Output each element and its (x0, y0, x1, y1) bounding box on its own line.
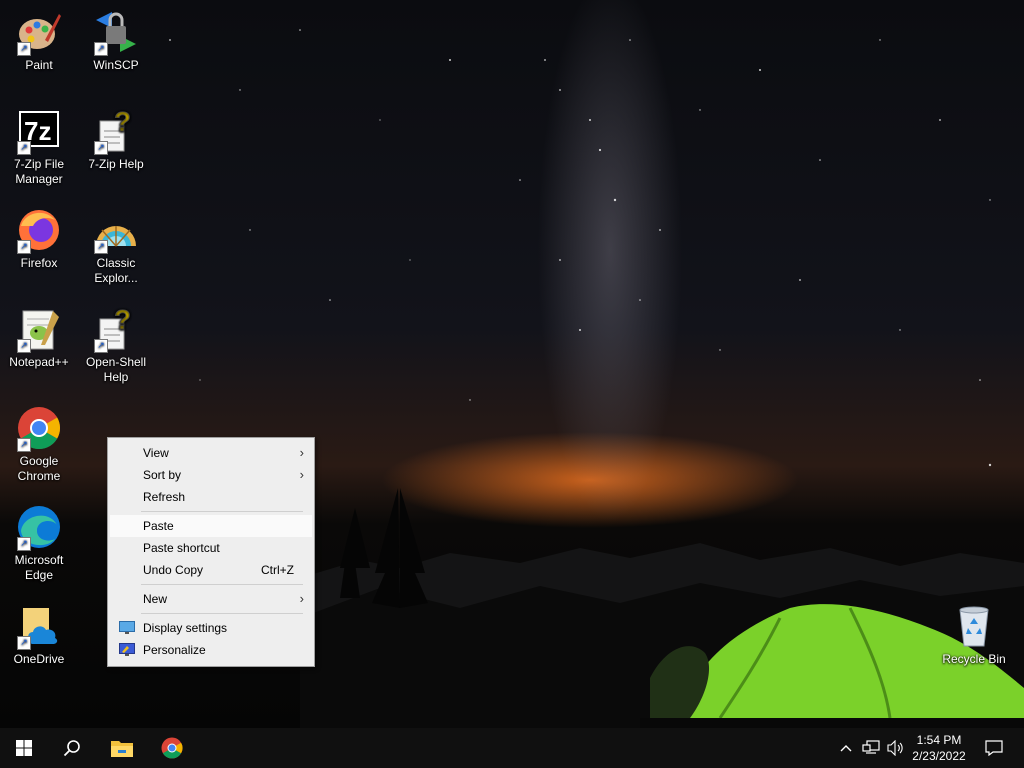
chevron-up-icon (840, 745, 852, 752)
shortcut-arrow-icon: ↗ (94, 42, 108, 56)
desktop-icon-label: Classic Explor... (94, 256, 138, 285)
svg-text:?: ? (114, 305, 131, 335)
display-settings-icon (119, 621, 135, 634)
desktop-icon-label: 7-Zip File Manager (13, 157, 64, 186)
menu-item-label: Refresh (143, 490, 186, 504)
chevron-right-icon: › (299, 445, 304, 460)
volume-icon (887, 740, 903, 756)
desktop-icon-microsoft-edge[interactable]: ↗ Microsoft Edge (1, 503, 77, 583)
desktop-icon-label: Recycle Bin (942, 652, 1006, 666)
network-icon (862, 740, 880, 754)
menu-item-paste[interactable]: Paste (110, 515, 312, 537)
show-hidden-icons-button[interactable] (836, 728, 856, 768)
menu-item-label: Paste (143, 519, 174, 533)
menu-item-refresh[interactable]: Refresh (110, 486, 312, 508)
menu-item-shortcut: Ctrl+Z (261, 563, 294, 577)
menu-separator (141, 584, 303, 585)
desktop-icon-label: OneDrive (13, 652, 65, 666)
menu-item-new[interactable]: New › (110, 588, 312, 610)
desktop[interactable]: ↗ Paint ↗ WinSCP 7z ↗ 7-Zip File Manager… (0, 0, 1024, 728)
start-icon (16, 740, 32, 756)
chevron-right-icon: › (299, 467, 304, 482)
shortcut-arrow-icon: ↗ (17, 636, 31, 650)
menu-item-label: Personalize (143, 643, 206, 657)
desktop-icon-7zip-help[interactable]: ? ↗ 7-Zip Help (78, 106, 154, 172)
desktop-icon-label: WinSCP (93, 58, 139, 72)
taskbar: 1:54 PM 2/23/2022 (0, 728, 1024, 768)
desktop-icon-label: Open-Shell Help (85, 355, 147, 384)
desktop-icon-paint[interactable]: ↗ Paint (1, 8, 77, 73)
svg-text:?: ? (114, 107, 131, 137)
volume-button[interactable] (884, 728, 908, 768)
desktop-icon-onedrive[interactable]: ↗ OneDrive (1, 602, 77, 667)
menu-item-paste-shortcut[interactable]: Paste shortcut (110, 537, 312, 559)
desktop-icon-7zip[interactable]: 7z ↗ 7-Zip File Manager (1, 107, 77, 187)
desktop-icon-notepad-plus-plus[interactable]: ↗ Notepad++ (1, 305, 77, 370)
clock-button[interactable]: 1:54 PM 2/23/2022 (908, 728, 970, 768)
desktop-icon-label: 7-Zip Help (88, 157, 144, 171)
menu-item-display-settings[interactable]: Display settings (110, 617, 312, 639)
desktop-icon-label: Paint (25, 58, 53, 72)
menu-item-label: Paste shortcut (143, 541, 220, 555)
start-button[interactable] (0, 728, 48, 768)
shortcut-arrow-icon: ↗ (17, 42, 31, 56)
recycle-bin-icon (959, 606, 989, 647)
shortcut-arrow-icon: ↗ (17, 141, 31, 155)
chevron-right-icon: › (299, 591, 304, 606)
shortcut-arrow-icon: ↗ (17, 438, 31, 452)
menu-item-label: View (143, 446, 169, 460)
desktop-icon-winscp[interactable]: ↗ WinSCP (78, 8, 154, 73)
menu-item-label: New (143, 592, 168, 606)
desktop-icon-label: Microsoft Edge (14, 553, 64, 582)
network-button[interactable] (858, 728, 884, 768)
shortcut-arrow-icon: ↗ (17, 339, 31, 353)
shortcut-arrow-icon: ↗ (17, 537, 31, 551)
desktop-icon-recycle-bin[interactable]: Recycle Bin (936, 602, 1012, 667)
menu-item-personalize[interactable]: Personalize (110, 639, 312, 661)
menu-separator (141, 511, 303, 512)
shortcut-arrow-icon: ↗ (94, 339, 108, 353)
menu-item-label: Display settings (143, 621, 228, 635)
chrome-icon (161, 737, 183, 759)
personalize-icon (119, 643, 135, 656)
taskbar-chrome[interactable] (148, 728, 196, 768)
desktop-icon-open-shell-help[interactable]: ? ↗ Open-Shell Help (78, 304, 154, 385)
shortcut-arrow-icon: ↗ (94, 240, 108, 254)
search-button[interactable] (48, 728, 96, 768)
desktop-icon-label: Google Chrome (17, 454, 61, 483)
desktop-icon-label: Notepad++ (9, 355, 69, 369)
desktop-context-menu: View › Sort by › Refresh Paste Paste sho… (107, 437, 315, 667)
desktop-icon-classic-explorer[interactable]: ↗ Classic Explor... (78, 206, 154, 286)
menu-item-undo-copy[interactable]: Undo Copy Ctrl+Z (110, 559, 312, 581)
taskbar-file-explorer[interactable] (98, 728, 146, 768)
menu-item-label: Sort by (143, 468, 182, 482)
menu-item-sort-by[interactable]: Sort by › (110, 464, 312, 486)
shortcut-arrow-icon: ↗ (17, 240, 31, 254)
menu-separator (141, 613, 303, 614)
clock-time: 1:54 PM (916, 733, 962, 747)
file-explorer-icon (111, 741, 133, 757)
shortcut-arrow-icon: ↗ (94, 141, 108, 155)
desktop-icon-label: Firefox (20, 256, 58, 270)
menu-item-label: Undo Copy (143, 563, 204, 577)
search-icon (63, 740, 80, 757)
menu-item-view[interactable]: View › (110, 442, 312, 464)
clock-date: 2/23/2022 (912, 749, 966, 763)
notification-icon (985, 740, 1003, 756)
action-center-button[interactable] (978, 728, 1010, 768)
desktop-icon-firefox[interactable]: ↗ Firefox (1, 206, 77, 271)
desktop-icon-google-chrome[interactable]: ↗ Google Chrome (1, 404, 77, 484)
